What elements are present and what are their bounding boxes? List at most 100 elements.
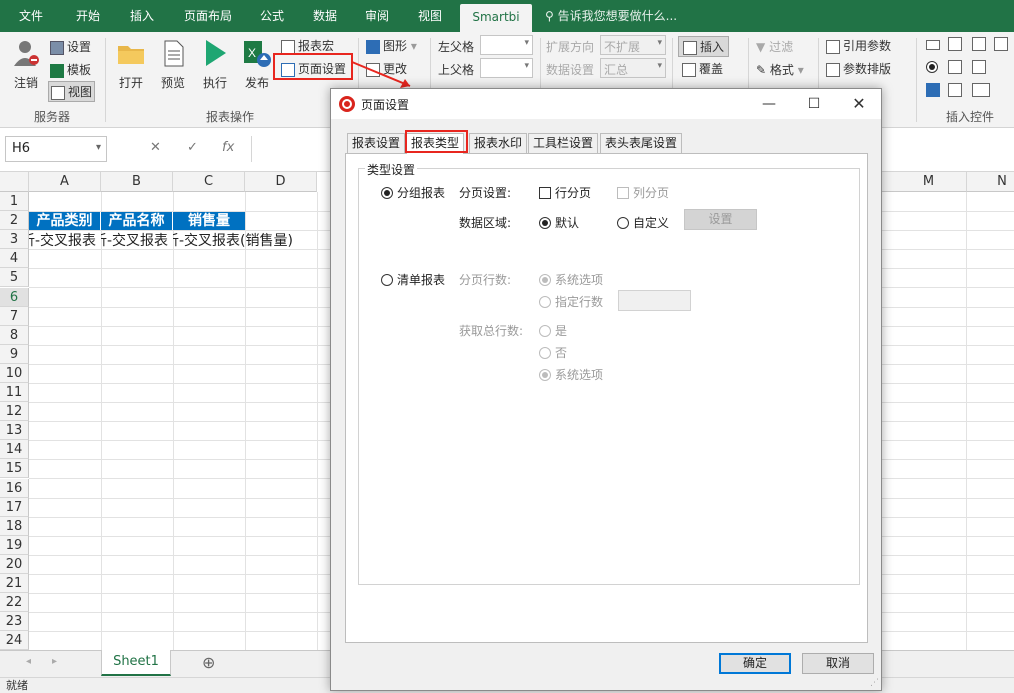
row-header[interactable]: 6 (0, 287, 29, 307)
total-rows-no-radio[interactable]: 否 (539, 344, 567, 361)
control-tree-icon[interactable] (948, 59, 965, 74)
tab-home[interactable]: 开始 (62, 0, 114, 32)
column-header[interactable]: N (966, 172, 1014, 192)
row-header[interactable]: 10 (0, 363, 29, 383)
cell-c3[interactable]: 析-交叉报表(销售量) (173, 232, 318, 251)
control-grid-icon[interactable] (972, 36, 989, 51)
tab-insert[interactable]: 插入 (118, 0, 166, 32)
select-all-corner[interactable] (0, 172, 29, 192)
row-header[interactable]: 22 (0, 593, 29, 613)
left-parent-dropdown[interactable] (480, 35, 533, 55)
col-paging-checkbox[interactable]: 列分页 (617, 184, 669, 201)
row-header[interactable]: 13 (0, 421, 29, 441)
cell-c2[interactable]: 销售量 (173, 212, 245, 231)
row-header[interactable]: 12 (0, 402, 29, 422)
tab-page-layout[interactable]: 页面布局 (172, 0, 244, 32)
add-sheet-icon[interactable]: ⊕ (202, 653, 215, 672)
enter-icon[interactable]: ✓ (187, 140, 198, 155)
reference-param-button[interactable]: 引用参数 (826, 37, 891, 54)
tell-me-search[interactable]: ⚲ 告诉我您想要做什么... (545, 0, 677, 32)
total-rows-yes-radio[interactable]: 是 (539, 322, 567, 339)
control-list-icon[interactable] (948, 36, 965, 51)
row-header[interactable]: 4 (0, 249, 29, 269)
tab-file[interactable]: 文件 (8, 0, 54, 32)
column-header[interactable]: C (173, 172, 245, 192)
preview-button[interactable]: 预览 (156, 38, 190, 91)
row-header[interactable]: 9 (0, 344, 29, 364)
cell-b3[interactable]: 析-交叉报表 (101, 232, 173, 251)
group-report-radio[interactable]: 分组报表 (381, 184, 445, 201)
tab-report-watermark[interactable]: 报表水印 (469, 133, 528, 153)
data-area-custom-radio[interactable]: 自定义 (617, 214, 669, 231)
run-button[interactable]: 执行 (198, 38, 232, 91)
close-icon[interactable]: ✕ (847, 93, 871, 115)
resize-grip-icon[interactable]: ⋰ (870, 678, 879, 688)
tab-toolbar-settings[interactable]: 工具栏设置 (528, 133, 599, 153)
tab-formulas[interactable]: 公式 (250, 0, 294, 32)
row-paging-checkbox[interactable]: 行分页 (539, 184, 591, 201)
row-header[interactable]: 17 (0, 497, 29, 517)
row-header[interactable]: 2 (0, 211, 29, 231)
tab-header-footer-settings[interactable]: 表头表尾设置 (600, 133, 683, 153)
sheet-tab-sheet1[interactable]: Sheet1 (101, 650, 171, 676)
control-multiselect-icon[interactable] (948, 82, 965, 97)
page-rows-system-radio[interactable]: 系统选项 (539, 271, 603, 288)
tab-data[interactable]: 数据 (302, 0, 348, 32)
report-macro-button[interactable]: 报表宏 (281, 37, 334, 54)
column-header[interactable]: M (882, 172, 976, 192)
column-header[interactable]: A (29, 172, 101, 192)
filter-button[interactable]: ▼ 过滤 (756, 38, 793, 55)
row-header[interactable]: 18 (0, 516, 29, 536)
format-button[interactable]: ✎ 格式 ▾ (756, 61, 804, 78)
row-header[interactable]: 11 (0, 383, 29, 402)
control-calendar-icon[interactable] (994, 36, 1011, 51)
expand-direction-dropdown[interactable]: 不扩展 (600, 35, 666, 55)
tab-view[interactable]: 视图 (406, 0, 454, 32)
minimize-icon[interactable]: — (757, 93, 781, 115)
maximize-icon[interactable]: ☐ (802, 93, 826, 115)
publish-button[interactable]: X 发布 (240, 38, 274, 91)
cell-a3[interactable]: 析-交叉报表 (29, 232, 101, 251)
tab-review[interactable]: 审阅 (354, 0, 400, 32)
overwrite-button[interactable]: 覆盖 (682, 60, 723, 77)
data-area-default-radio[interactable]: 默认 (539, 214, 579, 231)
tab-smartbi[interactable]: Smartbi (460, 4, 532, 32)
row-header[interactable]: 5 (0, 268, 29, 288)
logout-button[interactable]: 注销 (10, 38, 42, 91)
tab-report-settings[interactable]: 报表设置 (347, 133, 406, 153)
row-header[interactable]: 8 (0, 325, 29, 345)
top-parent-dropdown[interactable] (480, 58, 533, 78)
row-header[interactable]: 7 (0, 306, 29, 326)
cell-b2[interactable]: 产品名称 (101, 212, 173, 231)
set-data-area-button[interactable]: 设置 (684, 209, 757, 230)
scroll-right-icon[interactable]: ▸ (52, 656, 57, 667)
column-header[interactable]: D (245, 172, 317, 192)
column-header[interactable]: B (101, 172, 173, 192)
page-rows-specify-radio[interactable]: 指定行数 (539, 293, 603, 310)
total-rows-system-radio[interactable]: 系统选项 (539, 366, 603, 383)
row-header[interactable]: 16 (0, 478, 29, 498)
row-header[interactable]: 19 (0, 535, 29, 555)
control-checkbox-icon[interactable] (926, 82, 943, 97)
row-header[interactable]: 3 (0, 230, 29, 250)
settings-button[interactable]: 设置 (50, 38, 91, 55)
control-textbox-icon[interactable] (926, 37, 943, 51)
param-layout-button[interactable]: 参数排版 (826, 60, 891, 77)
chart-button[interactable]: 图形 ▾ (366, 37, 417, 54)
view-button[interactable]: 视图 (48, 81, 96, 102)
control-radio-icon[interactable] (926, 60, 942, 74)
list-report-radio[interactable]: 清单报表 (381, 271, 445, 288)
cancel-button[interactable]: 取消 (802, 653, 874, 674)
name-box[interactable]: H6 (5, 136, 107, 162)
row-header[interactable]: 21 (0, 574, 29, 593)
row-header[interactable]: 24 (0, 631, 29, 650)
row-header[interactable]: 20 (0, 554, 29, 574)
insert-function-icon[interactable]: fx (222, 140, 234, 155)
row-header[interactable]: 15 (0, 459, 29, 479)
scroll-left-icon[interactable]: ◂ (26, 656, 31, 667)
control-label-icon[interactable] (972, 82, 993, 97)
cell-a2[interactable]: 产品类别 (29, 212, 101, 231)
data-setting-dropdown[interactable]: 汇总 (600, 58, 666, 78)
page-rows-input[interactable] (618, 290, 691, 311)
template-button[interactable]: 模板 (50, 61, 91, 78)
